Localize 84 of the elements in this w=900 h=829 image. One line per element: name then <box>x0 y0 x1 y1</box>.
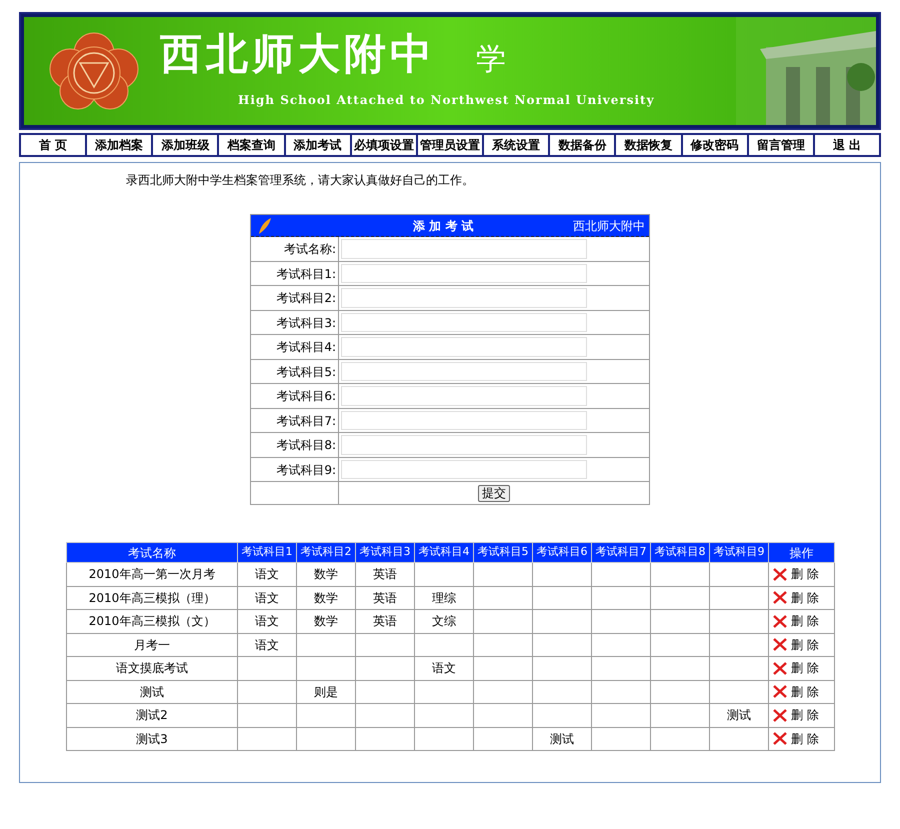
cross-icon <box>773 685 787 698</box>
table-cell: 文综 <box>432 614 456 628</box>
table-cell: 英语 <box>373 567 397 582</box>
table-cell: 英语 <box>373 614 397 628</box>
school-subtitle: High School Attached to Northwest Normal University <box>238 92 655 109</box>
field-label: 考试科目6: <box>251 384 339 408</box>
nav-link[interactable]: 首 页 <box>21 135 86 155</box>
nav-link[interactable]: 退 出 <box>814 135 880 155</box>
nav-link[interactable]: 添加班级 <box>153 135 218 155</box>
field-label: 考试科目3: <box>251 310 339 334</box>
nav-link[interactable]: 修改密码 <box>682 135 747 155</box>
form-title: 添 加 考 试 <box>413 218 474 234</box>
cross-icon <box>773 662 787 675</box>
nav-link[interactable]: 数据恢复 <box>616 135 681 155</box>
table-cell: 语文 <box>255 614 279 628</box>
input-field[interactable] <box>341 435 587 454</box>
welcome-message: 录西北师大附中学生档案管理系统，请大家认真做好自己的工作。 <box>126 172 475 189</box>
column-header: 考试科目5 <box>474 542 532 562</box>
table-cell: 理综 <box>432 590 456 605</box>
school-title: 西北师大附中 <box>160 33 436 75</box>
column-header: 考试科目8 <box>650 542 710 562</box>
nav-link[interactable]: 管理员设置 <box>418 135 482 155</box>
cross-icon <box>773 591 787 604</box>
table-cell: 数学 <box>314 590 338 605</box>
table-cell: 则是 <box>314 684 338 699</box>
table-cell: 2010年高一第一次月考 <box>66 562 238 586</box>
table-cell: 测试 <box>66 680 238 704</box>
nav-link[interactable]: 档案查询 <box>219 135 284 155</box>
table-cell: 数学 <box>314 614 338 628</box>
school-title-character: 学 <box>476 45 506 75</box>
column-header: 考试科目6 <box>532 542 592 562</box>
field-label: 考试科目4: <box>251 335 339 358</box>
field-label: 考试科目9: <box>251 458 339 481</box>
table-cell: 月考一 <box>66 633 238 656</box>
table-cell: 2010年高三模拟（文） <box>66 610 238 633</box>
column-header: 考试科目9 <box>710 542 768 562</box>
input-field[interactable] <box>341 362 587 381</box>
input-field[interactable] <box>341 264 587 283</box>
table-cell: 语文 <box>255 567 279 582</box>
input-field[interactable] <box>341 460 587 479</box>
field-label: 考试科目8: <box>251 433 339 456</box>
cross-icon <box>773 638 787 652</box>
nav-link[interactable]: 添加档案 <box>87 135 152 155</box>
column-header: 考试科目2 <box>296 542 356 562</box>
field-label: 考试科目2: <box>251 286 339 310</box>
nav-link[interactable]: 数据备份 <box>550 135 614 155</box>
submit-button[interactable]: 提交 <box>478 484 510 502</box>
table-cell: 语文 <box>432 661 456 676</box>
input-field[interactable] <box>341 239 587 258</box>
input-field[interactable] <box>341 312 587 332</box>
table-cell: 测试 <box>550 732 574 746</box>
field-label: 考试科目1: <box>251 262 339 285</box>
input-field[interactable] <box>341 288 587 308</box>
nav-link[interactable]: 添加考试 <box>286 135 350 155</box>
input-field[interactable] <box>341 386 587 406</box>
input-field[interactable] <box>341 337 587 356</box>
column-header: 操作 <box>768 542 834 562</box>
nav-link[interactable]: 留言管理 <box>748 135 813 155</box>
table-cell: 测试2 <box>66 704 238 727</box>
column-header: 考试科目3 <box>356 542 414 562</box>
column-header: 考试名称 <box>66 542 238 562</box>
cross-icon <box>773 732 787 746</box>
column-header: 考试科目4 <box>414 542 474 562</box>
table-cell: 语文摸底考试 <box>66 656 238 680</box>
cross-icon <box>773 568 787 581</box>
table-cell: 2010年高三模拟（理） <box>66 586 238 610</box>
table-cell: 语文 <box>255 590 279 605</box>
input-field[interactable] <box>341 410 587 430</box>
feather-icon <box>257 216 273 234</box>
table-cell: 英语 <box>373 590 397 605</box>
field-label: 考试名称: <box>251 237 339 260</box>
form-brand: 西北师大附中 <box>573 218 645 234</box>
table-cell: 数学 <box>314 567 338 582</box>
column-header: 考试科目7 <box>592 542 650 562</box>
column-header: 考试科目1 <box>238 542 296 562</box>
field-label: 考试科目5: <box>251 360 339 383</box>
table-cell: 语文 <box>255 638 279 652</box>
cross-icon <box>773 614 787 628</box>
table-cell: 测试3 <box>66 727 238 750</box>
nav-link[interactable]: 必填项设置 <box>352 135 416 155</box>
table-cell: 测试 <box>727 708 751 722</box>
nav-link[interactable]: 系统设置 <box>484 135 548 155</box>
cross-icon <box>773 708 787 722</box>
field-label: 考试科目7: <box>251 408 339 432</box>
